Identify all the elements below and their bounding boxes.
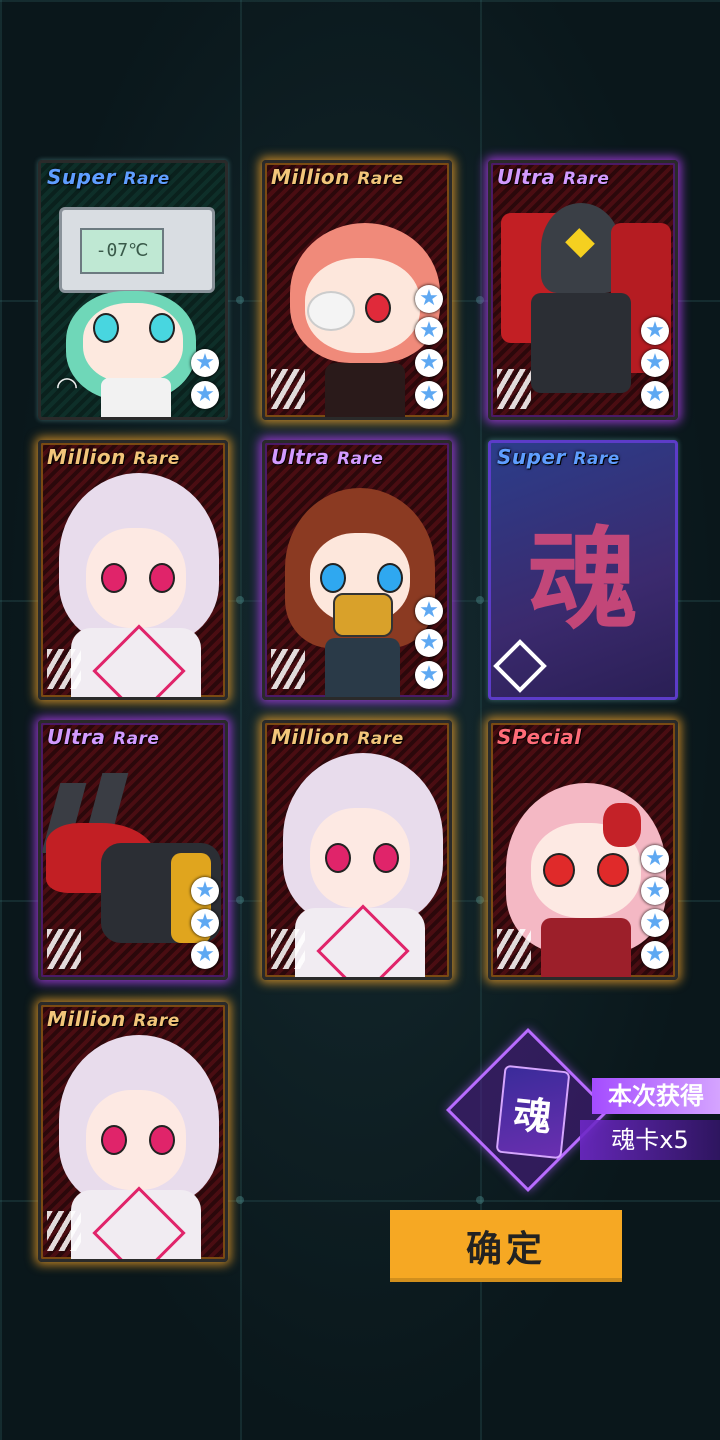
eye-left xyxy=(325,843,351,873)
star-icon: ★ xyxy=(415,629,443,657)
card-special-1[interactable]: SPecial ★ ★ ★ ★ xyxy=(488,720,678,980)
emblem-icon xyxy=(497,929,531,969)
rarity-label: Million Rare xyxy=(271,725,404,749)
gas-mask xyxy=(333,593,393,637)
star-icon: ★ xyxy=(415,285,443,313)
star-icon: ★ xyxy=(641,317,669,345)
robot-head: -07℃ xyxy=(59,207,215,293)
emblem-icon xyxy=(47,649,81,689)
card-soul[interactable]: Super Rare 魂 xyxy=(488,440,678,700)
star-icon: ★ xyxy=(641,877,669,905)
star-icon: ★ xyxy=(641,349,669,377)
wifi-icon: ◠ xyxy=(57,372,77,402)
outfit xyxy=(325,638,400,697)
star-icon: ★ xyxy=(191,349,219,377)
star-icon: ★ xyxy=(641,845,669,873)
card-ultra-rare-2[interactable]: Ultra Rare ★ ★ ★ xyxy=(262,440,452,700)
outfit xyxy=(71,624,201,697)
emblem-icon xyxy=(497,369,531,409)
rarity-label: Ultra Rare xyxy=(47,725,160,749)
eye-right xyxy=(365,293,391,323)
card-million-rare-2[interactable]: Million Rare xyxy=(38,440,228,700)
rarity-label: Million Rare xyxy=(271,165,404,189)
rarity-label: Super Rare xyxy=(497,445,620,469)
emblem-icon xyxy=(271,649,305,689)
card-ultra-rare-1[interactable]: Ultra Rare ★ ★ ★ xyxy=(488,160,678,420)
eye-left xyxy=(543,853,575,887)
eye-right xyxy=(149,563,175,593)
star-icon: ★ xyxy=(415,349,443,377)
eye-right xyxy=(597,853,629,887)
card-super-rare-1[interactable]: Super Rare -07℃ ◠ ★ ★ xyxy=(38,160,228,420)
star-icon: ★ xyxy=(415,317,443,345)
soul-card-icon: 魂 xyxy=(495,1064,571,1160)
temperature-display: -07℃ xyxy=(80,228,164,274)
card-million-rare-3[interactable]: Million Rare xyxy=(262,720,452,980)
outfit xyxy=(295,904,425,977)
eyepatch xyxy=(307,291,355,331)
grid-node xyxy=(236,1196,244,1204)
eye-right xyxy=(149,1125,175,1155)
outfit xyxy=(541,918,631,977)
rarity-label: Ultra Rare xyxy=(271,445,384,469)
soul-glyph: 魂 xyxy=(528,515,638,644)
star-icon: ★ xyxy=(641,909,669,937)
eye-left xyxy=(101,563,127,593)
grid-node xyxy=(236,596,244,604)
grid-node xyxy=(476,896,484,904)
star-rating: ★ ★ ★ xyxy=(415,597,443,689)
mech-body xyxy=(531,293,631,393)
emblem-icon xyxy=(47,929,81,969)
star-rating: ★ ★ ★ ★ xyxy=(415,285,443,409)
star-icon: ★ xyxy=(641,941,669,969)
eye-right xyxy=(373,843,399,873)
star-icon: ★ xyxy=(415,597,443,625)
star-rating: ★ ★ xyxy=(191,349,219,409)
emblem-icon xyxy=(271,369,305,409)
star-icon: ★ xyxy=(415,661,443,689)
star-rating: ★ ★ ★ xyxy=(191,877,219,969)
ribbon xyxy=(316,904,410,977)
card-million-rare-4[interactable]: Million Rare xyxy=(38,1002,228,1262)
eye-right xyxy=(377,563,403,593)
ribbon xyxy=(92,624,186,697)
outfit xyxy=(325,363,405,417)
grid-node xyxy=(476,1196,484,1204)
emblem-icon xyxy=(271,929,305,969)
rarity-label: Super Rare xyxy=(47,165,170,189)
star-icon: ★ xyxy=(191,877,219,905)
star-rating: ★ ★ ★ xyxy=(641,317,669,409)
card-ultra-rare-3[interactable]: Ultra Rare ★ ★ ★ xyxy=(38,720,228,980)
reward-label: 本次获得 xyxy=(592,1078,720,1114)
ribbon xyxy=(92,1186,186,1259)
star-icon: ★ xyxy=(191,909,219,937)
star-icon: ★ xyxy=(415,381,443,409)
rarity-label: Million Rare xyxy=(47,445,180,469)
eye-left xyxy=(320,563,346,593)
reward-summary: 魂 本次获得 魂卡x5 xyxy=(445,1027,720,1193)
confirm-button[interactable]: 确定 xyxy=(390,1210,622,1282)
star-rating: ★ ★ ★ ★ xyxy=(641,845,669,969)
rarity-label: Million Rare xyxy=(47,1007,180,1031)
grid-node xyxy=(476,296,484,304)
rarity-label: SPecial xyxy=(497,725,582,749)
mech-head xyxy=(541,203,621,293)
eye-left xyxy=(101,1125,127,1155)
grid-node xyxy=(236,296,244,304)
rarity-label: Ultra Rare xyxy=(497,165,610,189)
oni-mask xyxy=(603,803,641,847)
card-million-rare-1[interactable]: Million Rare ★ ★ ★ ★ xyxy=(262,160,452,420)
emblem-icon xyxy=(47,1211,81,1251)
star-icon: ★ xyxy=(191,941,219,969)
eye-left xyxy=(93,313,119,343)
star-icon: ★ xyxy=(191,381,219,409)
grid-node xyxy=(236,896,244,904)
reward-count: 魂卡x5 xyxy=(580,1120,720,1160)
mech-eye xyxy=(565,228,595,258)
outfit xyxy=(101,378,171,417)
star-icon: ★ xyxy=(641,381,669,409)
grid-node xyxy=(476,596,484,604)
outfit xyxy=(71,1186,201,1259)
eye-right xyxy=(149,313,175,343)
